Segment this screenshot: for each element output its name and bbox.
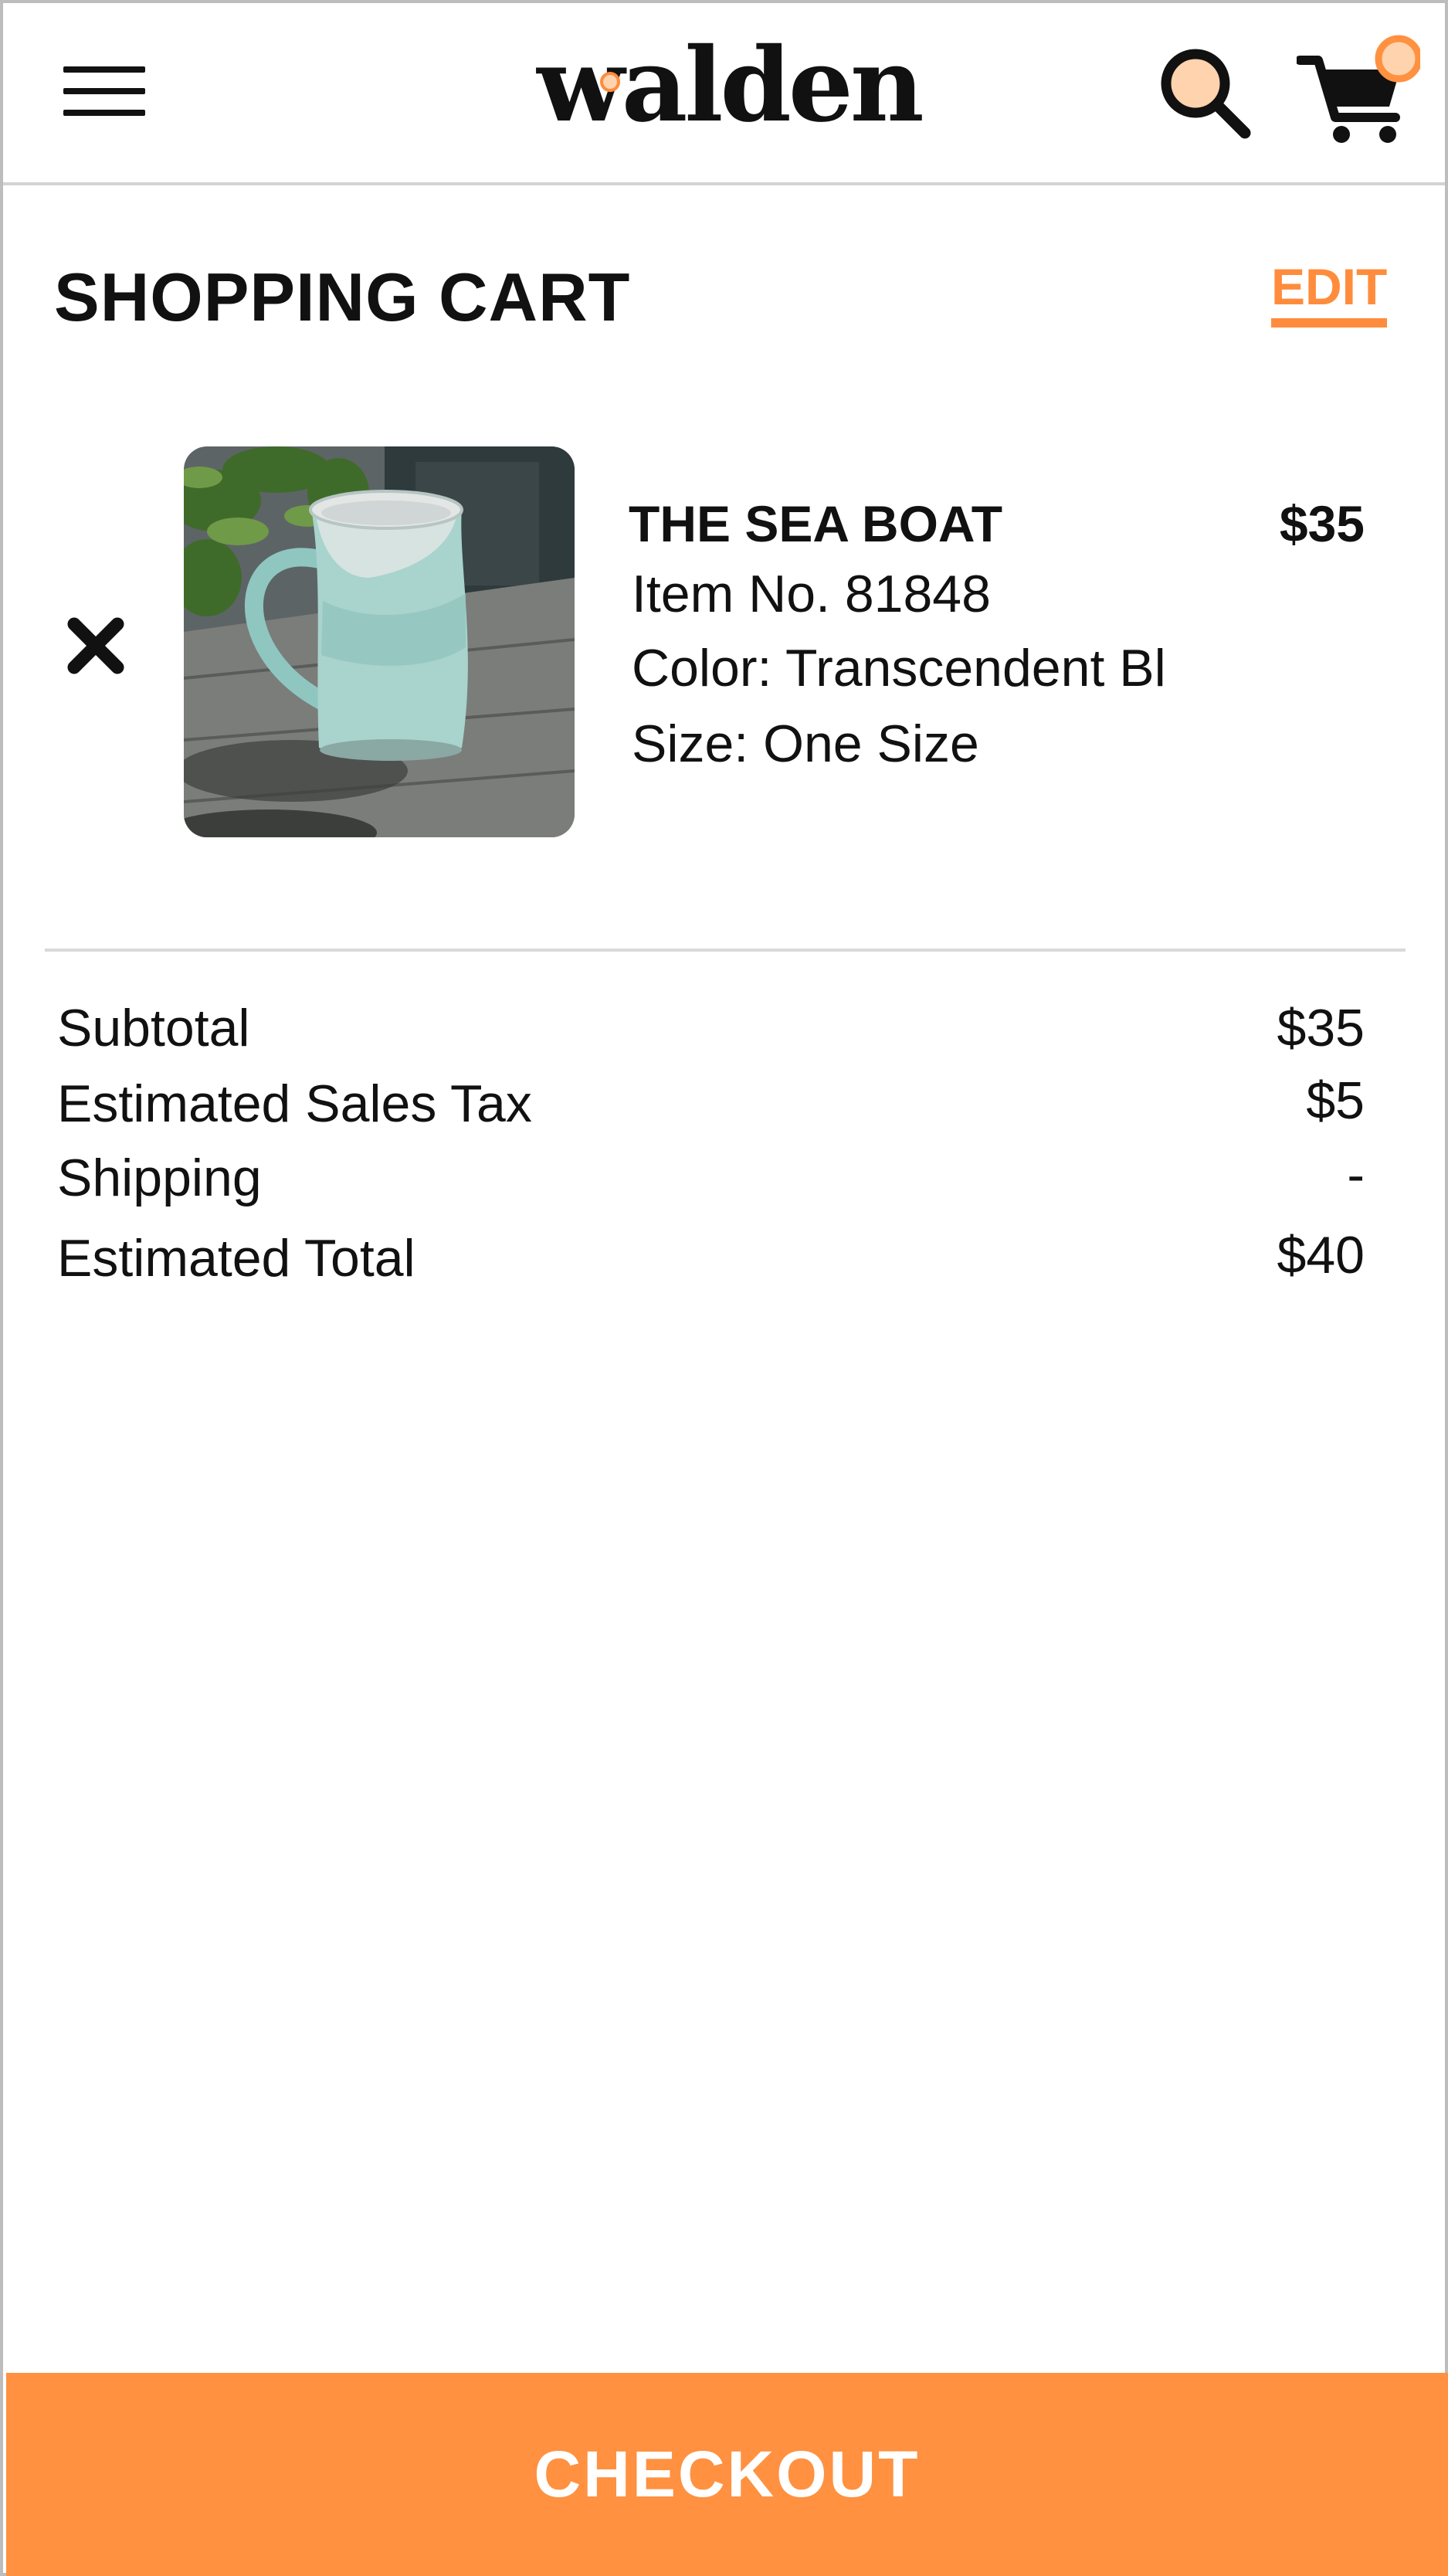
- app-frame: walden SHOPPING CART EDIT THE SEA BOAT $…: [0, 0, 1448, 2576]
- product-size: Size: One Size: [632, 714, 979, 773]
- total-label: Estimated Total: [57, 1229, 415, 1288]
- logo-accent-dot: [600, 72, 620, 92]
- product-price: $35: [1279, 495, 1365, 552]
- edit-link[interactable]: EDIT: [1271, 261, 1388, 328]
- product-image[interactable]: [184, 446, 575, 837]
- total-value: $40: [1277, 1226, 1365, 1285]
- product-name[interactable]: THE SEA BOAT: [629, 494, 1002, 553]
- product-color: Color: Transcendent Bl: [632, 639, 1166, 697]
- subtotal-value: $35: [1277, 999, 1365, 1057]
- shipping-label: Shipping: [57, 1149, 262, 1207]
- brand-logo-text: walden: [535, 34, 922, 142]
- top-header: walden: [3, 3, 1445, 185]
- sales-tax-label: Estimated Sales Tax: [57, 1074, 532, 1133]
- brand-logo[interactable]: walden: [490, 34, 968, 142]
- checkout-button[interactable]: CHECKOUT: [6, 2373, 1448, 2576]
- shopping-cart-icon[interactable]: [1297, 31, 1420, 147]
- product-item-number: Item No. 81848: [632, 565, 991, 623]
- divider: [45, 949, 1406, 952]
- page-title: SHOPPING CART: [54, 259, 631, 335]
- hamburger-menu-icon[interactable]: [63, 65, 148, 120]
- shipping-value: -: [1347, 1145, 1365, 1204]
- search-icon[interactable]: [1154, 42, 1254, 142]
- subtotal-label: Subtotal: [57, 999, 250, 1057]
- cart-badge: [1375, 35, 1420, 83]
- sales-tax-value: $5: [1306, 1071, 1365, 1130]
- remove-item-close-icon[interactable]: [63, 613, 128, 678]
